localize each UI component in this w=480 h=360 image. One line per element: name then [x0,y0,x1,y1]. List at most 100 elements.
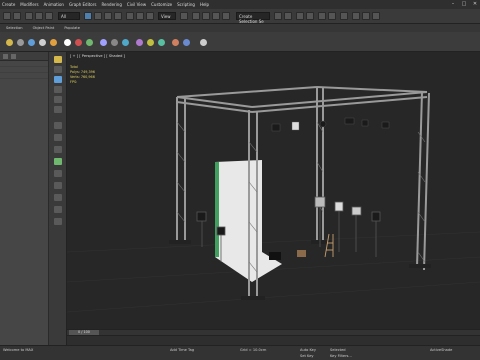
align-icon[interactable] [284,12,292,20]
undo-icon[interactable] [3,12,11,20]
ribbon-toggle-icon[interactable] [306,12,314,20]
link-icon[interactable] [25,12,33,20]
display-icon[interactable] [64,39,71,46]
hide-icon[interactable] [147,39,154,46]
add-time-tag[interactable]: Add Time Tag [170,348,194,352]
auto-key-button[interactable]: Auto Key [300,348,316,352]
modify-icon[interactable] [54,66,62,73]
close-icon[interactable]: ✕ [472,1,478,7]
truss-structure[interactable] [176,86,430,300]
search-icon[interactable] [11,53,16,59]
grid-icon[interactable] [111,39,118,46]
motion-icon[interactable] [86,39,93,46]
hanging-lights[interactable] [271,117,390,132]
utilities-icon[interactable] [100,39,107,46]
key-filters-button[interactable]: Key Filters... [330,354,352,358]
curve-editor-icon[interactable] [318,12,326,20]
mirror-icon[interactable] [274,12,282,20]
unlink-icon[interactable] [35,12,43,20]
menu-animation[interactable]: Animation [44,2,64,7]
geometry-icon[interactable] [54,146,62,153]
maxscript-listener[interactable]: Welcome to MAX [3,348,33,352]
tab-selection[interactable]: Selection [6,26,23,30]
viewport-scene [67,86,480,313]
minimize-icon[interactable]: – [450,1,456,7]
truss-bases [169,240,431,300]
orbit-tool-icon[interactable] [54,218,62,225]
equipment-case[interactable] [269,252,281,260]
create-icon[interactable] [54,56,62,63]
freeze-icon[interactable] [136,39,143,46]
camera-icon[interactable] [39,39,46,46]
render-production-icon[interactable] [372,12,380,20]
menu-civil-view[interactable]: Civil View [127,2,146,7]
tab-populate[interactable]: Populate [64,26,80,30]
pivot-center-icon[interactable] [180,12,188,20]
maximize-icon[interactable]: □ [461,1,467,7]
zoom-tool-icon[interactable] [54,194,62,201]
bind-space-warp-icon[interactable] [45,12,53,20]
shapes-icon[interactable] [54,134,62,141]
rotate-icon[interactable] [136,12,144,20]
track-bar[interactable] [67,335,480,345]
helpers-icon[interactable] [54,96,62,103]
layer-explorer-icon[interactable] [296,12,304,20]
link-tool-icon[interactable] [54,182,62,189]
layer-icon[interactable] [158,39,165,46]
selection-set-dropdown[interactable]: Create Selection Se [236,12,270,24]
grid-size: Grid = 10.0cm [240,348,267,352]
set-key-button[interactable]: Set Key [300,354,314,358]
menu-create[interactable]: Create [2,2,15,7]
paint-icon[interactable] [54,158,62,165]
brush-icon[interactable] [54,170,62,177]
scene-states-icon[interactable] [172,39,179,46]
selection-filter-dropdown[interactable]: All [58,12,80,20]
selected-dropdown[interactable]: Selected [330,348,346,352]
hierarchy-icon[interactable] [75,39,82,46]
menu-help[interactable]: Help [200,2,209,7]
directors-chair[interactable] [297,250,306,257]
angle-snap-icon[interactable] [202,12,210,20]
tab-object-paint[interactable]: Object Paint [33,26,55,30]
sphere-icon[interactable] [6,39,13,46]
menu-graph-editors[interactable]: Graph Editors [69,2,96,7]
move-icon[interactable] [126,12,134,20]
material-editor-icon[interactable] [340,12,348,20]
snap-toggle-icon[interactable] [192,12,200,20]
rendered-frame-window-icon[interactable] [362,12,370,20]
scene-explorer [0,52,49,345]
select-object-icon[interactable] [84,12,92,20]
rectangular-selection-icon[interactable] [104,12,112,20]
render-setup-icon[interactable] [352,12,360,20]
pan-tool-icon[interactable] [54,206,62,213]
cameras-icon[interactable] [54,86,62,93]
list-item[interactable] [0,73,48,79]
perspective-viewport[interactable]: [ + ] [ Perspective ] [ Shaded ] Total P… [67,52,480,329]
scale-icon[interactable] [146,12,154,20]
menu-modifiers[interactable]: Modifiers [20,2,38,7]
menu-customize[interactable]: Customize [151,2,172,7]
helper-icon[interactable] [50,39,57,46]
systems-icon[interactable] [54,122,62,129]
window-crossing-icon[interactable] [114,12,122,20]
reference-coordinate-dropdown[interactable]: View [158,12,176,20]
lights-icon[interactable] [54,76,62,83]
activeshade-button[interactable]: ActiveShade [430,348,452,352]
percent-snap-icon[interactable] [212,12,220,20]
expand-icon[interactable] [200,39,207,46]
light-icon[interactable] [28,39,35,46]
redo-icon[interactable] [13,12,21,20]
isolate-icon[interactable] [122,39,129,46]
menu-scripting[interactable]: Scripting [177,2,195,7]
filter-icon[interactable] [3,53,8,59]
ribbon-tabs: Selection Object Paint Populate [0,24,480,32]
ladder[interactable] [324,233,334,258]
menu-rendering[interactable]: Rendering [101,2,121,7]
spinner-snap-icon[interactable] [222,12,230,20]
viewport-label[interactable]: [ + ] [ Perspective ] [ Shaded ] [70,54,125,58]
spacewarps-icon[interactable] [54,106,62,113]
render-icon[interactable] [183,39,190,46]
schematic-view-icon[interactable] [328,12,336,20]
teapot-icon[interactable] [17,39,24,46]
select-by-name-icon[interactable] [94,12,102,20]
